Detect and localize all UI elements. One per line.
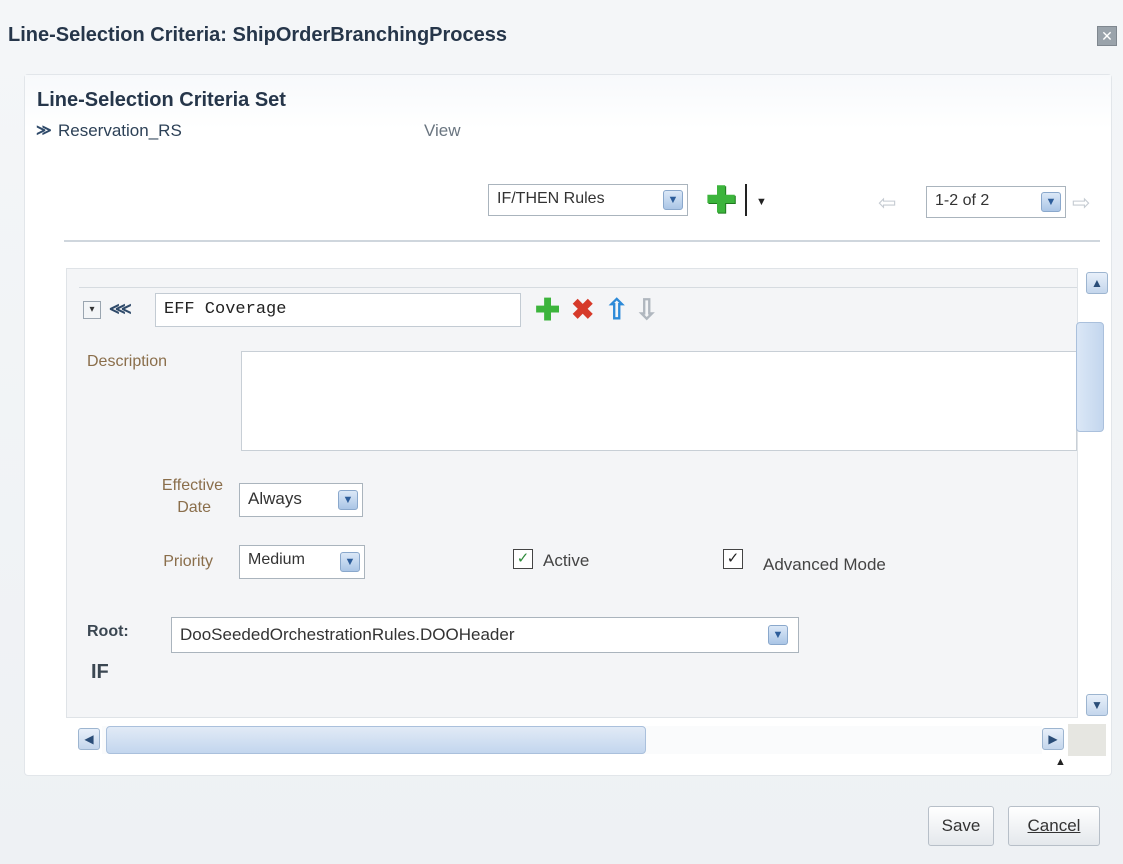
next-page-icon[interactable]: ⇨: [1072, 190, 1090, 216]
close-icon[interactable]: ✕: [1097, 26, 1117, 46]
vertical-scroll-thumb[interactable]: [1076, 322, 1104, 432]
rule-disclose-chevron-icon[interactable]: ▾: [83, 301, 101, 319]
effective-date-value: Always: [248, 489, 302, 508]
chevron-down-icon[interactable]: ▼: [663, 190, 683, 210]
pager-value: 1-2 of 2: [935, 192, 990, 209]
advanced-mode-label: Advanced Mode: [763, 555, 886, 574]
chevron-down-icon[interactable]: ▼: [338, 490, 358, 510]
view-label: View: [424, 121, 461, 140]
rule-panel: ▾ ⋘ EFF Coverage ✚ ✖ ⇧ ⇩ Description Eff…: [66, 268, 1078, 718]
effective-date-select[interactable]: Always ▼: [239, 483, 363, 517]
resize-handle-icon[interactable]: ▲: [1055, 756, 1066, 768]
scroll-corner: [1068, 724, 1106, 756]
horizontal-scroll-thumb[interactable]: [106, 726, 646, 754]
toolbar-divider: [745, 184, 747, 216]
toolbar-divider-line: [64, 240, 1100, 242]
chevron-down-icon[interactable]: ▼: [1041, 192, 1061, 212]
root-label: Root:: [87, 623, 129, 640]
active-checkbox[interactable]: ✓: [513, 549, 533, 569]
scroll-down-icon[interactable]: ▼: [1086, 694, 1108, 716]
description-textarea[interactable]: [241, 351, 1077, 451]
add-menu-dropdown-icon[interactable]: ▼: [756, 196, 767, 208]
scroll-left-icon[interactable]: ◀: [78, 728, 100, 750]
line-selection-dialog: Line-Selection Criteria: ShipOrderBranch…: [0, 0, 1123, 864]
effective-date-label: Effective Date: [117, 475, 223, 519]
root-select[interactable]: DooSeededOrchestrationRules.DOOHeader ▼: [171, 617, 799, 653]
chevron-down-icon[interactable]: ▼: [768, 625, 788, 645]
effective-date-label-line1: Effective: [161, 477, 223, 494]
view-select[interactable]: IF/THEN Rules ▼: [488, 184, 688, 216]
add-rule-icon[interactable]: ✚: [706, 182, 736, 218]
previous-page-icon[interactable]: ⇦: [878, 190, 896, 216]
scroll-right-icon[interactable]: ▶: [1042, 728, 1064, 750]
delete-icon[interactable]: ✖: [571, 293, 594, 326]
dialog-title: Line-Selection Criteria: ShipOrderBranch…: [8, 24, 508, 46]
panel-title: Line-Selection Criteria Set: [37, 89, 286, 111]
if-label: IF: [91, 661, 109, 683]
pager-select[interactable]: 1-2 of 2 ▼: [926, 186, 1066, 218]
active-label: Active: [543, 551, 590, 570]
root-value: DooSeededOrchestrationRules.DOOHeader: [180, 625, 515, 644]
effective-date-label-line2: Date: [177, 499, 211, 516]
ruleset-name: Reservation_RS: [58, 121, 182, 140]
priority-label: Priority: [163, 553, 213, 570]
advanced-mode-checkbox[interactable]: ✓: [723, 549, 743, 569]
add-icon[interactable]: ✚: [535, 293, 560, 328]
expand-all-icon[interactable]: ≫: [36, 121, 52, 139]
priority-select[interactable]: Medium ▼: [239, 545, 365, 579]
rule-name-input[interactable]: EFF Coverage: [155, 293, 521, 327]
save-button[interactable]: Save: [928, 806, 994, 846]
scroll-up-icon[interactable]: ▲: [1086, 272, 1108, 294]
priority-value: Medium: [248, 551, 305, 568]
chevron-down-icon[interactable]: ▼: [340, 552, 360, 572]
move-down-icon[interactable]: ⇩: [635, 293, 658, 326]
move-up-icon[interactable]: ⇧: [605, 293, 628, 326]
cancel-button[interactable]: Cancel: [1008, 806, 1100, 846]
collapse-icon[interactable]: ⋘: [109, 299, 132, 319]
view-select-value: IF/THEN Rules: [497, 190, 605, 207]
ruleset-toolbar: ≫ Reservation_RS View: [36, 112, 1086, 152]
description-label: Description: [87, 353, 168, 370]
